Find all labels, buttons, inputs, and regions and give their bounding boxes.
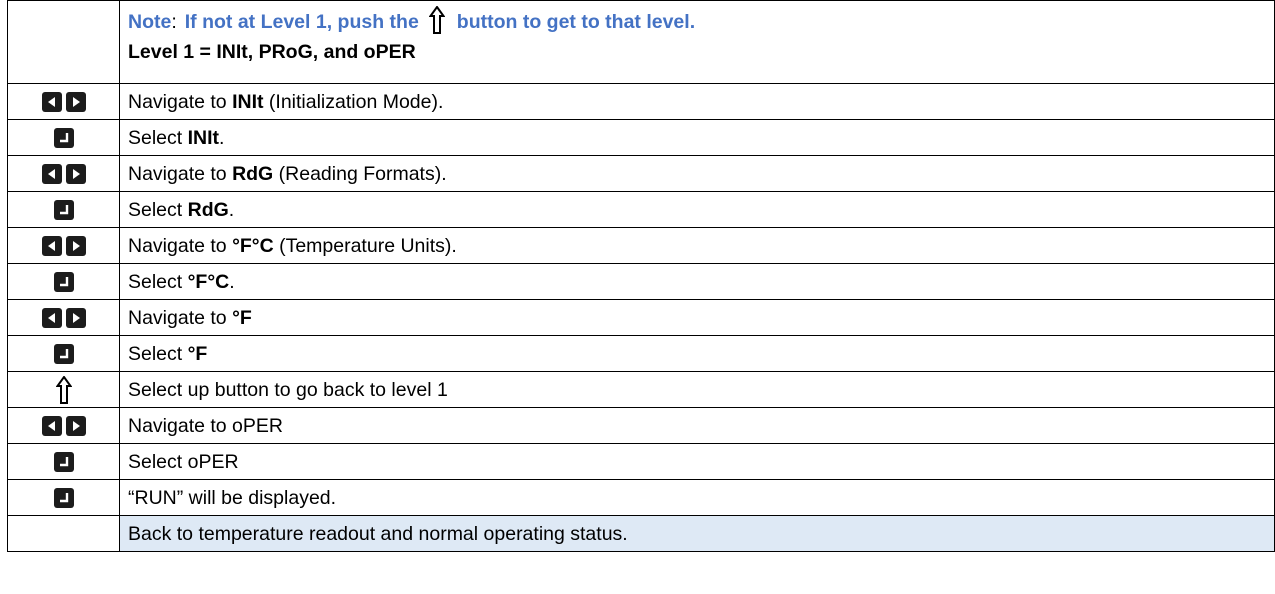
table-row: Select °F bbox=[7, 335, 1275, 372]
step-text-cell: “RUN” will be displayed. bbox=[119, 479, 1275, 516]
note-text-after: button to get to that level. bbox=[456, 11, 696, 33]
table-header-row: Note: If not at Level 1, push the button… bbox=[7, 0, 1275, 84]
table-row: Select up button to go back to level 1 bbox=[7, 371, 1275, 408]
step-text-cell: Select °F°C. bbox=[119, 263, 1275, 300]
level-line: Level 1 = INIt, PRoG, and oPER bbox=[128, 41, 416, 63]
right-arrow-key-icon bbox=[65, 415, 86, 436]
enter-key-icon bbox=[53, 451, 74, 472]
right-arrow-key-icon bbox=[65, 91, 86, 112]
step-text-post: (Initialization Mode). bbox=[263, 90, 444, 113]
table-row: Back to temperature readout and normal o… bbox=[7, 515, 1275, 552]
step-text-pre: Select bbox=[128, 342, 188, 365]
step-text-cell: Select up button to go back to level 1 bbox=[119, 371, 1275, 408]
step-text-pre: Select oPER bbox=[128, 450, 239, 473]
enter-key-icon bbox=[53, 343, 74, 364]
step-text-cell: Navigate to oPER bbox=[119, 407, 1275, 444]
step-icon-cell bbox=[7, 119, 120, 156]
step-icon-cell bbox=[7, 479, 120, 516]
step-text-pre: Back to temperature readout and normal o… bbox=[128, 522, 628, 545]
enter-key-icon bbox=[53, 487, 74, 508]
up-arrow-icon bbox=[8, 375, 119, 404]
left-arrow-key-icon bbox=[41, 415, 62, 436]
step-text-bold: °F bbox=[187, 342, 208, 365]
step-icon-cell bbox=[7, 299, 120, 336]
enter-key-icon bbox=[53, 199, 74, 220]
step-text-bold: INIt bbox=[187, 126, 220, 149]
step-text-pre: Select bbox=[128, 270, 188, 293]
step-text-post: . bbox=[229, 270, 235, 293]
table-row: Navigate to RdG (Reading Formats). bbox=[7, 155, 1275, 192]
table-row: Navigate to INIt (Initialization Mode). bbox=[7, 83, 1275, 120]
table-row: Navigate to oPER bbox=[7, 407, 1275, 444]
step-text-pre: Navigate to bbox=[128, 90, 233, 113]
step-text-pre: Select up button to go back to level 1 bbox=[128, 378, 448, 401]
step-icon-cell bbox=[7, 263, 120, 300]
step-text-post: (Reading Formats). bbox=[273, 162, 447, 185]
step-text-cell: Navigate to °F bbox=[119, 299, 1275, 336]
table-row: Select RdG. bbox=[7, 191, 1275, 228]
enter-key-icon bbox=[53, 127, 74, 148]
step-text-post: . bbox=[228, 198, 235, 221]
step-icon-cell bbox=[7, 191, 120, 228]
step-icon-cell bbox=[7, 515, 120, 552]
table-row: Navigate to °F bbox=[7, 299, 1275, 336]
step-text-cell: Back to temperature readout and normal o… bbox=[119, 515, 1275, 552]
left-arrow-key-icon bbox=[41, 91, 62, 112]
table-row: “RUN” will be displayed. bbox=[7, 479, 1275, 516]
left-arrow-key-icon bbox=[41, 307, 62, 328]
step-text-cell: Select RdG. bbox=[119, 191, 1275, 228]
table-row: Select oPER bbox=[7, 443, 1275, 480]
step-text-cell: Select INIt. bbox=[119, 119, 1275, 156]
step-text-bold: °F bbox=[232, 306, 252, 329]
step-text-bold: RdG bbox=[232, 162, 274, 185]
step-text-pre: Navigate to bbox=[128, 162, 233, 185]
step-icon-cell bbox=[7, 155, 120, 192]
table-row: Navigate to °F°C (Temperature Units). bbox=[7, 227, 1275, 264]
instruction-table: Note: If not at Level 1, push the button… bbox=[7, 0, 1275, 552]
step-text-cell: Select oPER bbox=[119, 443, 1275, 480]
note-line: Note: If not at Level 1, push the button… bbox=[128, 5, 1274, 38]
step-text-pre: Navigate to oPER bbox=[128, 414, 284, 437]
note-text-before: If not at Level 1, push the bbox=[184, 11, 419, 33]
step-text-pre: Select bbox=[128, 126, 188, 149]
note-label: Note bbox=[128, 11, 172, 33]
enter-key-icon bbox=[53, 271, 74, 292]
step-text-bold: °F°C bbox=[232, 234, 274, 257]
note-colon: : bbox=[171, 11, 177, 33]
step-text-pre: Navigate to bbox=[128, 234, 233, 257]
step-icon-cell bbox=[7, 443, 120, 480]
right-arrow-key-icon bbox=[65, 307, 86, 328]
right-arrow-key-icon bbox=[65, 163, 86, 184]
table-row: Select INIt. bbox=[7, 119, 1275, 156]
step-text-bold: INIt bbox=[232, 90, 264, 113]
table-row: Select °F°C. bbox=[7, 263, 1275, 300]
left-arrow-key-icon bbox=[41, 235, 62, 256]
step-text-pre: “RUN” will be displayed. bbox=[128, 486, 337, 509]
step-icon-cell bbox=[7, 335, 120, 372]
header-icon-cell bbox=[7, 0, 120, 84]
step-icon-cell bbox=[7, 371, 120, 408]
step-text-post: . bbox=[219, 126, 225, 149]
step-text-bold: °F°C bbox=[187, 270, 230, 293]
step-text-bold: RdG bbox=[187, 198, 229, 221]
step-icon-cell bbox=[7, 227, 120, 264]
header-text-cell: Note: If not at Level 1, push the button… bbox=[119, 0, 1275, 84]
step-icon-cell bbox=[7, 407, 120, 444]
step-text-post: (Temperature Units). bbox=[273, 234, 457, 257]
step-text-cell: Navigate to RdG (Reading Formats). bbox=[119, 155, 1275, 192]
up-arrow-icon bbox=[428, 5, 446, 38]
step-text-cell: Navigate to °F°C (Temperature Units). bbox=[119, 227, 1275, 264]
step-icon-cell bbox=[7, 83, 120, 120]
step-text-cell: Navigate to INIt (Initialization Mode). bbox=[119, 83, 1275, 120]
step-text-cell: Select °F bbox=[119, 335, 1275, 372]
right-arrow-key-icon bbox=[65, 235, 86, 256]
step-text-pre: Select bbox=[128, 198, 188, 221]
left-arrow-key-icon bbox=[41, 163, 62, 184]
step-text-pre: Navigate to bbox=[128, 306, 233, 329]
